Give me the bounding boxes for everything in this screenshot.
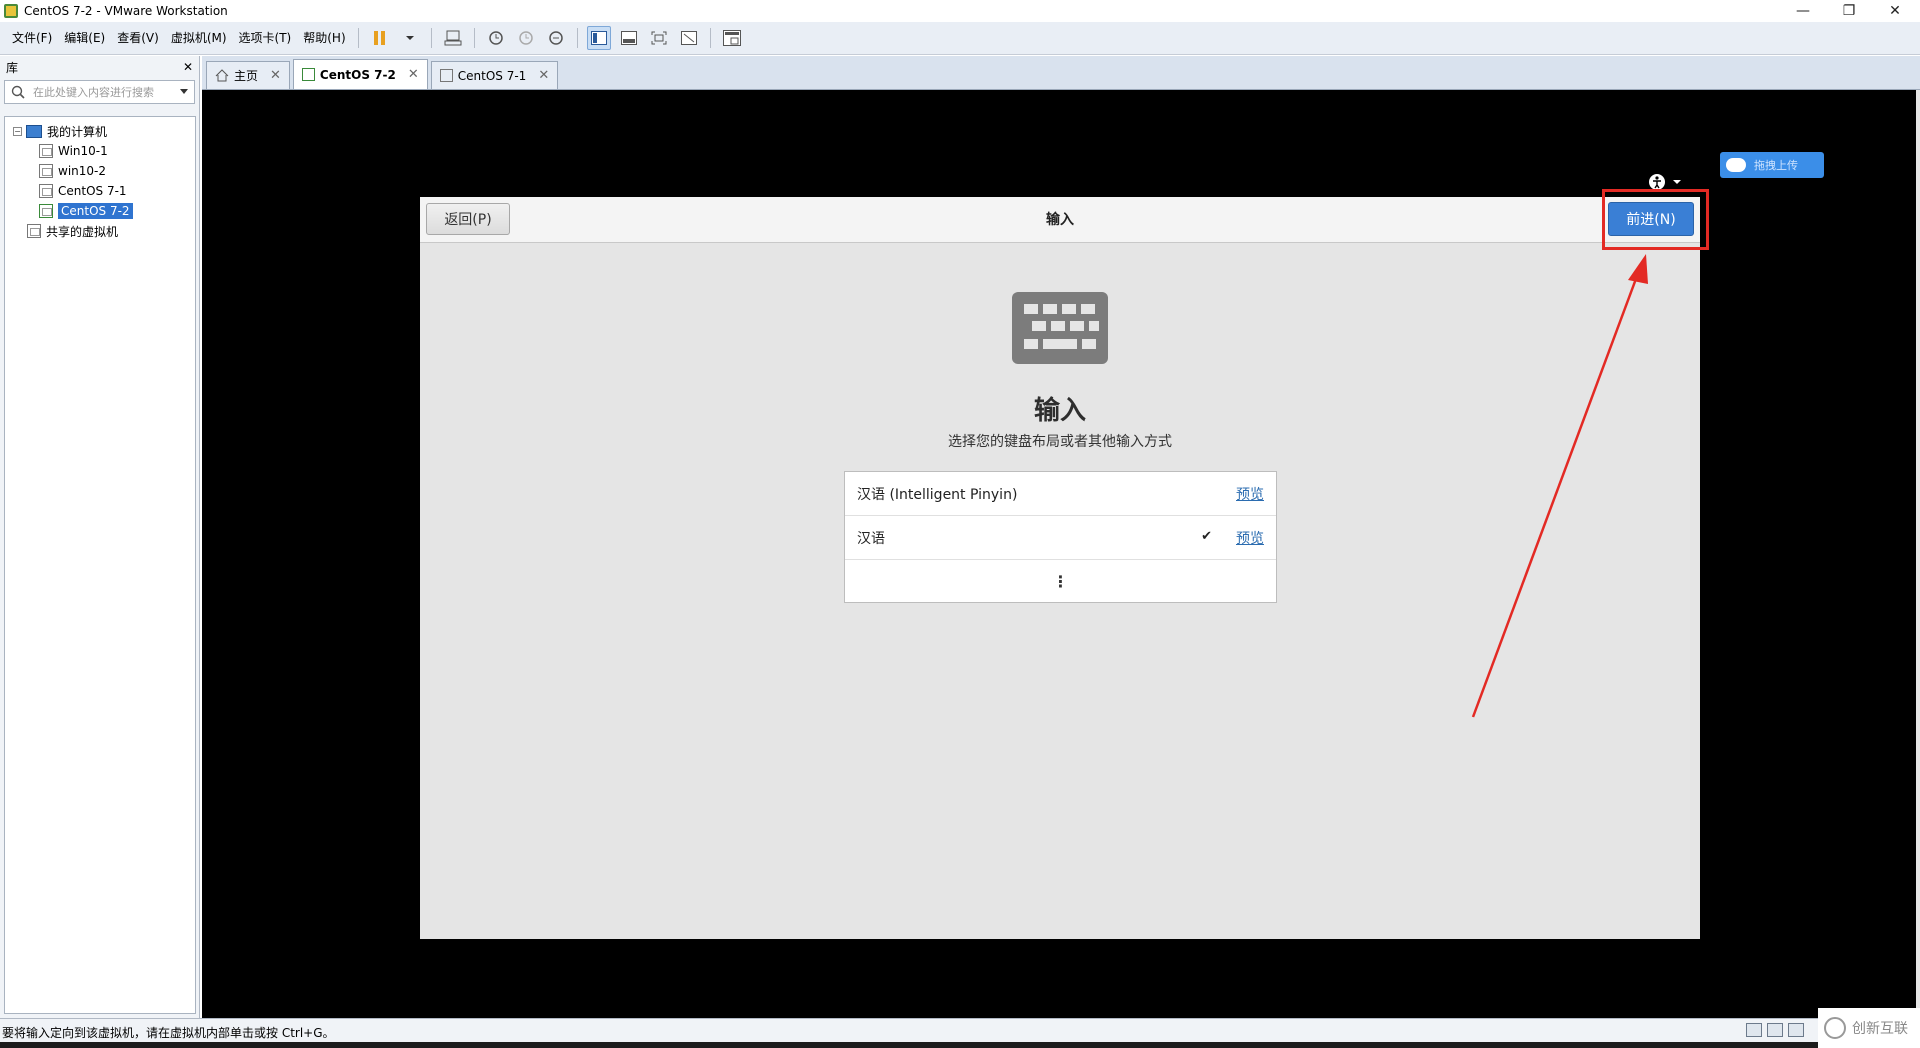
library-tree: − 我的计算机 Win10-1 win10-2 CentOS 7-1 CentO… (4, 116, 196, 1014)
watermark: 创新互联 (1818, 1008, 1920, 1048)
computer-icon (26, 124, 42, 138)
power-dropdown-icon[interactable] (398, 26, 422, 50)
menu-file[interactable]: 文件(F) (6, 22, 58, 55)
drag-upload-button[interactable]: 拖拽上传 (1720, 152, 1824, 178)
installer-header: 返回(P) 输入 前进(N) (420, 197, 1700, 243)
vmware-app-icon (4, 4, 18, 18)
close-tab-icon[interactable]: ✕ (408, 67, 419, 82)
menu-toolbar: 文件(F) 编辑(E) 查看(V) 虚拟机(M) 选项卡(T) 帮助(H) (0, 22, 1920, 55)
home-icon (215, 69, 229, 82)
status-bar: 要将输入定向到该虚拟机，请在虚拟机内部单击或按 Ctrl+G。 (0, 1018, 1920, 1048)
revert-snapshot-icon[interactable] (514, 26, 538, 50)
page-subheading: 选择您的键盘布局或者其他输入方式 (948, 434, 1172, 450)
menu-view[interactable]: 查看(V) (111, 22, 165, 55)
annotation-highlight-box (1602, 189, 1709, 250)
vm-icon (39, 144, 53, 158)
tree-item-win10-1[interactable]: Win10-1 (5, 141, 195, 161)
installer-header-title: 输入 (1046, 212, 1074, 228)
cloud-icon (1726, 158, 1746, 172)
menu-help[interactable]: 帮助(H) (297, 22, 351, 55)
page-heading: 输入 (1033, 396, 1086, 426)
window-title: CentOS 7-2 - VMware Workstation (24, 4, 228, 18)
menu-edit[interactable]: 编辑(E) (58, 22, 111, 55)
running-vm-icon (39, 204, 53, 218)
tab-centos-7-2[interactable]: CentOS 7-2 ✕ (292, 59, 428, 89)
network-adapter-icon[interactable] (1788, 1023, 1804, 1037)
close-tab-icon[interactable]: ✕ (538, 68, 549, 83)
cd-rom-icon[interactable] (1767, 1023, 1783, 1037)
library-close-icon[interactable]: ✕ (183, 60, 193, 74)
library-search-input[interactable]: 在此处键入内容进行搜索 (4, 80, 195, 104)
vm-icon (301, 68, 315, 81)
fullscreen-icon[interactable] (647, 26, 671, 50)
restore-button[interactable]: ❐ (1826, 0, 1872, 22)
vm-scrollbar[interactable] (1916, 90, 1920, 1018)
title-bar: CentOS 7-2 - VMware Workstation — ❐ ✕ (0, 0, 1920, 22)
tab-centos-7-1[interactable]: CentOS 7-1 ✕ (430, 61, 559, 89)
close-button[interactable]: ✕ (1872, 0, 1918, 22)
chevron-down-icon (1673, 180, 1681, 184)
status-message: 要将输入定向到该虚拟机，请在虚拟机内部单击或按 Ctrl+G。 (2, 1026, 335, 1040)
search-placeholder: 在此处键入内容进行搜索 (33, 86, 154, 99)
minimize-button[interactable]: — (1780, 0, 1826, 22)
thumbnail-bar-icon[interactable] (617, 26, 641, 50)
vm-icon (439, 69, 453, 82)
menu-tabs[interactable]: 选项卡(T) (233, 22, 298, 55)
tree-item-centos-7-2[interactable]: CentOS 7-2 (5, 201, 195, 221)
keyboard-layout-list: 汉语 (Intelligent Pinyin) 预览 汉语 ✔ 预览 ⋮ (844, 471, 1277, 603)
shared-vm-icon (27, 224, 41, 238)
library-panel: 库 ✕ 在此处键入内容进行搜索 − 我的计算机 Win10-1 win10-2 … (0, 56, 200, 1018)
tree-item-centos-7-1[interactable]: CentOS 7-1 (5, 181, 195, 201)
keyboard-icon (1012, 292, 1108, 364)
console-view-icon[interactable] (720, 26, 744, 50)
device-status-icons (1746, 1023, 1809, 1037)
preview-link[interactable]: 预览 (1236, 528, 1264, 548)
tree-item-win10-2[interactable]: win10-2 (5, 161, 195, 181)
snapshot-icon[interactable] (484, 26, 508, 50)
pause-icon[interactable] (368, 26, 392, 50)
more-layouts-button[interactable]: ⋮ (845, 560, 1276, 602)
show-library-icon[interactable] (586, 26, 611, 50)
hard-disk-icon[interactable] (1746, 1023, 1762, 1037)
search-icon (11, 85, 25, 99)
snapshot-manager-icon[interactable] (544, 26, 568, 50)
tree-item-shared-vms[interactable]: 共享的虚拟机 (5, 221, 195, 241)
toolbar-separator (357, 28, 359, 48)
preview-link[interactable]: 预览 (1236, 484, 1264, 504)
close-tab-icon[interactable]: ✕ (270, 68, 281, 83)
library-title: 库 (6, 60, 19, 75)
tree-item-my-computer[interactable]: − 我的计算机 (5, 121, 195, 141)
tab-home[interactable]: 主页 ✕ (206, 61, 290, 89)
search-dropdown-icon[interactable] (180, 89, 188, 95)
send-ctrl-alt-del-icon[interactable] (441, 26, 465, 50)
layout-item-intelligent-pinyin[interactable]: 汉语 (Intelligent Pinyin) 预览 (845, 472, 1276, 516)
collapse-icon[interactable]: − (13, 126, 22, 136)
layout-item-chinese[interactable]: 汉语 ✔ 预览 (845, 516, 1276, 560)
menu-vm[interactable]: 虚拟机(M) (165, 22, 233, 55)
tab-strip: 主页 ✕ CentOS 7-2 ✕ CentOS 7-1 ✕ (202, 56, 1920, 90)
vm-icon (39, 164, 53, 178)
watermark-logo (1824, 1017, 1846, 1039)
vm-icon (39, 184, 53, 198)
checkmark-icon: ✔ (1201, 529, 1212, 544)
library-header: 库 ✕ (0, 56, 199, 78)
unity-icon[interactable] (677, 26, 701, 50)
installer-window: 返回(P) 输入 前进(N) 输入 选择您的键盘布局或者其他输入方式 汉语 (I… (420, 197, 1700, 939)
